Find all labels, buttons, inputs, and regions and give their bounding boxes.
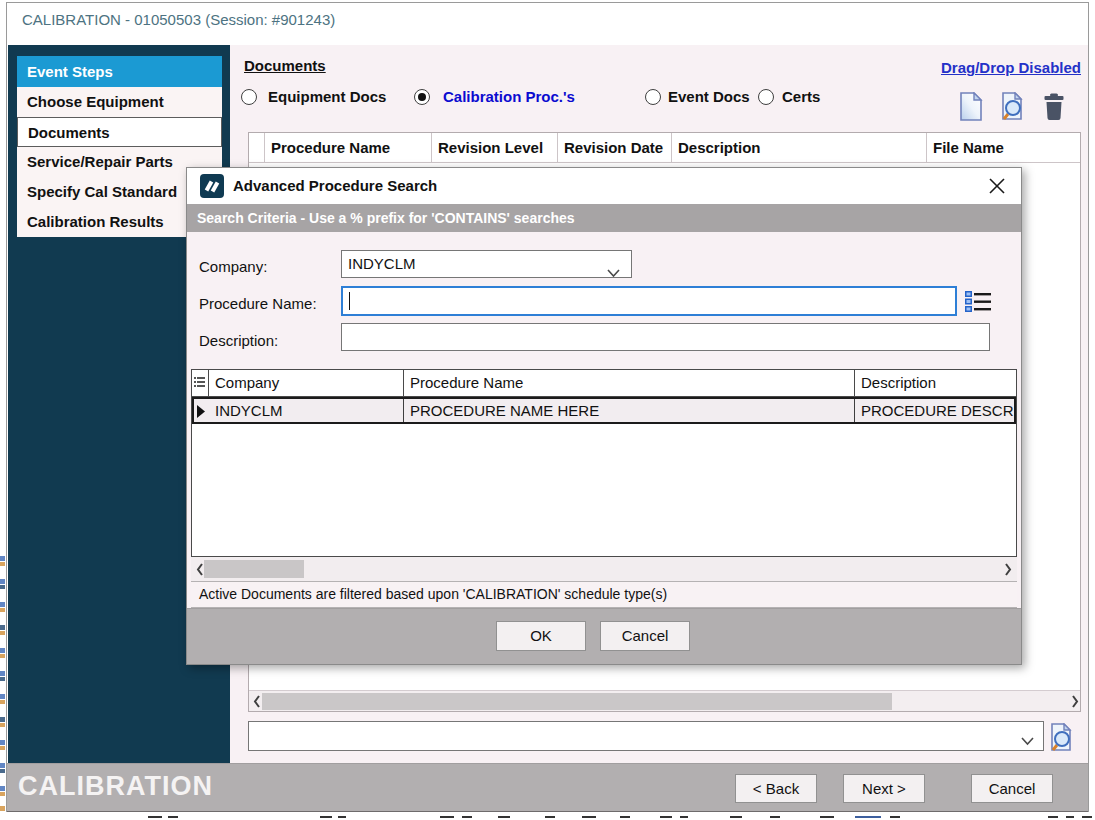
- dialog-footer: OK Cancel: [187, 608, 1021, 664]
- radio-calibration-procs[interactable]: [414, 89, 430, 105]
- company-label: Company:: [199, 258, 267, 275]
- footer-brand: CALIBRATION: [18, 771, 213, 802]
- radio-certs-label[interactable]: Certs: [782, 89, 820, 105]
- dialog-close-icon[interactable]: [988, 177, 1006, 199]
- scroll-right-icon[interactable]: [1070, 694, 1080, 709]
- main-table-col-revision-date[interactable]: Revision Date: [558, 133, 672, 163]
- grid-row-selected[interactable]: INDYCLM PROCEDURE NAME HERE PROCEDURE DE…: [192, 397, 1016, 424]
- radio-equipment-docs-label[interactable]: Equipment Docs: [268, 89, 386, 105]
- company-select[interactable]: INDYCLM: [341, 250, 632, 278]
- sidebar-item-documents[interactable]: Documents: [17, 117, 222, 147]
- preview-document-icon[interactable]: [1000, 92, 1027, 125]
- dialog-results-grid: Company Procedure Name Description INDYC…: [191, 369, 1017, 557]
- radio-event-docs[interactable]: [645, 89, 661, 105]
- list-lookup-icon[interactable]: [965, 290, 991, 317]
- main-table-col-description[interactable]: Description: [672, 133, 927, 163]
- cancel-button[interactable]: Cancel: [971, 774, 1053, 803]
- event-steps-header: Event Steps: [17, 56, 222, 87]
- description-input[interactable]: [341, 323, 990, 351]
- footer-bar: CALIBRATION < Back Next > Cancel: [7, 763, 1088, 812]
- next-button[interactable]: Next >: [843, 774, 925, 803]
- radio-calibration-procs-label[interactable]: Calibration Proc.'s: [443, 89, 575, 105]
- grid-cell-company[interactable]: INDYCLM: [209, 399, 404, 422]
- radio-equipment-docs[interactable]: [241, 89, 257, 105]
- window-title: CALIBRATION - 01050503 (Session: #901243…: [22, 11, 335, 28]
- radio-event-docs-label[interactable]: Event Docs: [668, 89, 750, 105]
- dialog-hscrollbar[interactable]: [191, 557, 1017, 581]
- text-caret: [349, 292, 350, 310]
- main-table-col-procedure-name[interactable]: Procedure Name: [265, 133, 432, 163]
- advanced-procedure-search-dialog: Advanced Procedure Search Search Criteri…: [186, 167, 1022, 665]
- combo-search-icon[interactable]: [1049, 723, 1076, 756]
- main-table-col-file-name[interactable]: File Name: [927, 133, 1080, 163]
- dialog-status-text: Active Documents are filtered based upon…: [191, 581, 1017, 608]
- dialog-scrollbar-thumb[interactable]: [204, 560, 304, 578]
- scroll-right-icon[interactable]: [1003, 562, 1013, 577]
- dialog-titlebar[interactable]: Advanced Procedure Search: [187, 168, 1021, 204]
- scroll-left-icon[interactable]: [252, 694, 262, 709]
- procedure-name-input[interactable]: [341, 286, 957, 316]
- chevron-down-icon[interactable]: [1021, 732, 1034, 750]
- grid-cell-description[interactable]: PROCEDURE DESCRIP: [855, 399, 1014, 422]
- dragdrop-link[interactable]: Drag/Drop Disabled: [941, 59, 1081, 76]
- grid-col-procedure-name[interactable]: Procedure Name: [404, 370, 855, 397]
- radio-certs[interactable]: [758, 89, 774, 105]
- new-document-icon[interactable]: [958, 92, 984, 125]
- main-scrollbar-thumb[interactable]: [262, 693, 892, 710]
- main-table-selector-header: [249, 133, 265, 163]
- main-table-col-revision-level[interactable]: Revision Level: [432, 133, 558, 163]
- dialog-logo-icon: [200, 174, 224, 202]
- sidebar-item-choose-equipment[interactable]: Choose Equipment: [17, 87, 222, 117]
- dialog-title: Advanced Procedure Search: [233, 177, 437, 194]
- grid-cell-procedure-name[interactable]: PROCEDURE NAME HERE: [404, 399, 855, 422]
- delete-icon[interactable]: [1042, 93, 1066, 125]
- document-combo[interactable]: [248, 721, 1044, 751]
- documents-heading: Documents: [244, 57, 326, 74]
- grid-col-company[interactable]: Company: [209, 370, 404, 397]
- search-criteria-header: Search Criteria - Use a % prefix for 'CO…: [187, 204, 1021, 232]
- back-button[interactable]: < Back: [735, 774, 817, 803]
- ok-button[interactable]: OK: [496, 621, 586, 651]
- description-label: Description:: [199, 332, 278, 349]
- procedure-name-label: Procedure Name:: [199, 295, 317, 312]
- chevron-down-icon[interactable]: [607, 260, 620, 286]
- dialog-cancel-button[interactable]: Cancel: [600, 621, 690, 651]
- grid-selector-header: [192, 370, 209, 397]
- row-marker-icon: [197, 404, 205, 422]
- main-table-hscrollbar[interactable]: [249, 690, 1080, 711]
- grid-col-description[interactable]: Description: [855, 370, 1016, 397]
